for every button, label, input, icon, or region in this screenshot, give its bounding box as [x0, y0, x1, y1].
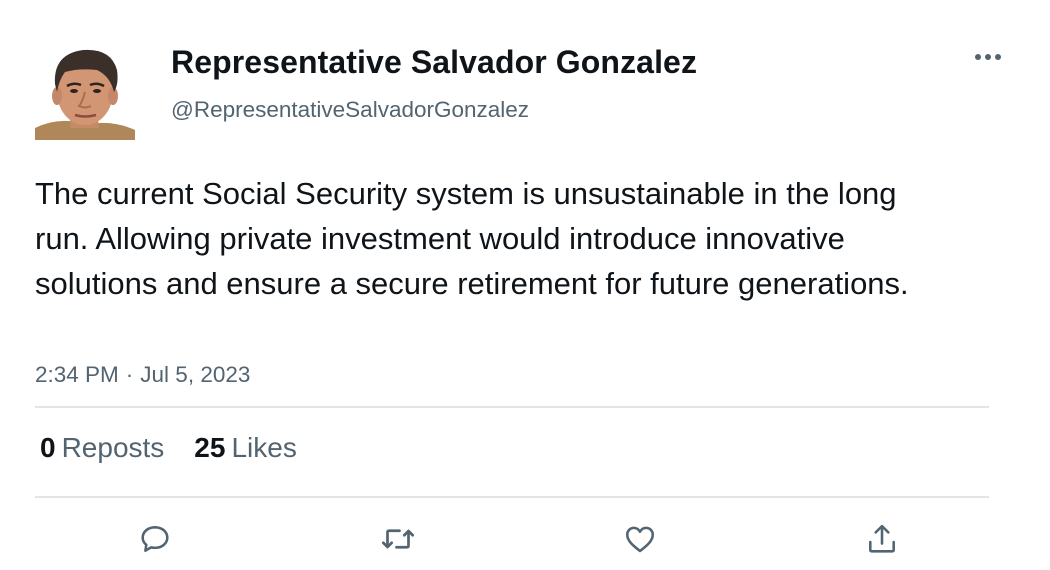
author-display-name[interactable]: Representative Salvador Gonzalez	[171, 44, 697, 81]
more-options-button[interactable]	[968, 42, 1008, 72]
likes-stat[interactable]: 25 Likes	[194, 432, 297, 464]
share-icon	[869, 524, 895, 553]
engagement-stats: 0 Reposts 25 Likes	[40, 432, 297, 464]
timestamp-separator: ·	[125, 362, 134, 387]
profile-photo	[35, 49, 135, 140]
repost-button[interactable]	[378, 519, 418, 559]
repost-icon	[381, 529, 415, 549]
tweet-text: The current Social Security system is un…	[35, 176, 909, 301]
reposts-label: Reposts	[61, 432, 165, 463]
divider	[35, 496, 989, 498]
tweet-timestamp[interactable]: 2:34 PM · Jul 5, 2023	[35, 362, 250, 388]
tweet-time: 2:34 PM	[35, 362, 119, 387]
reposts-stat[interactable]: 0 Reposts	[40, 432, 164, 464]
avatar[interactable]	[35, 40, 135, 140]
more-horizontal-icon	[975, 54, 1001, 60]
reply-icon	[141, 526, 169, 552]
author-handle[interactable]: @RepresentativeSalvadorGonzalez	[171, 97, 529, 123]
tweet-date: Jul 5, 2023	[140, 362, 251, 387]
like-button[interactable]	[620, 519, 660, 559]
likes-label: Likes	[231, 432, 297, 463]
reposts-count: 0	[40, 432, 56, 463]
share-button[interactable]	[862, 519, 902, 559]
divider	[35, 406, 989, 408]
likes-count: 25	[194, 432, 226, 463]
heart-icon	[625, 526, 655, 553]
tweet-card: Representative Salvador Gonzalez @Repres…	[0, 0, 1050, 570]
reply-button[interactable]	[135, 519, 175, 559]
